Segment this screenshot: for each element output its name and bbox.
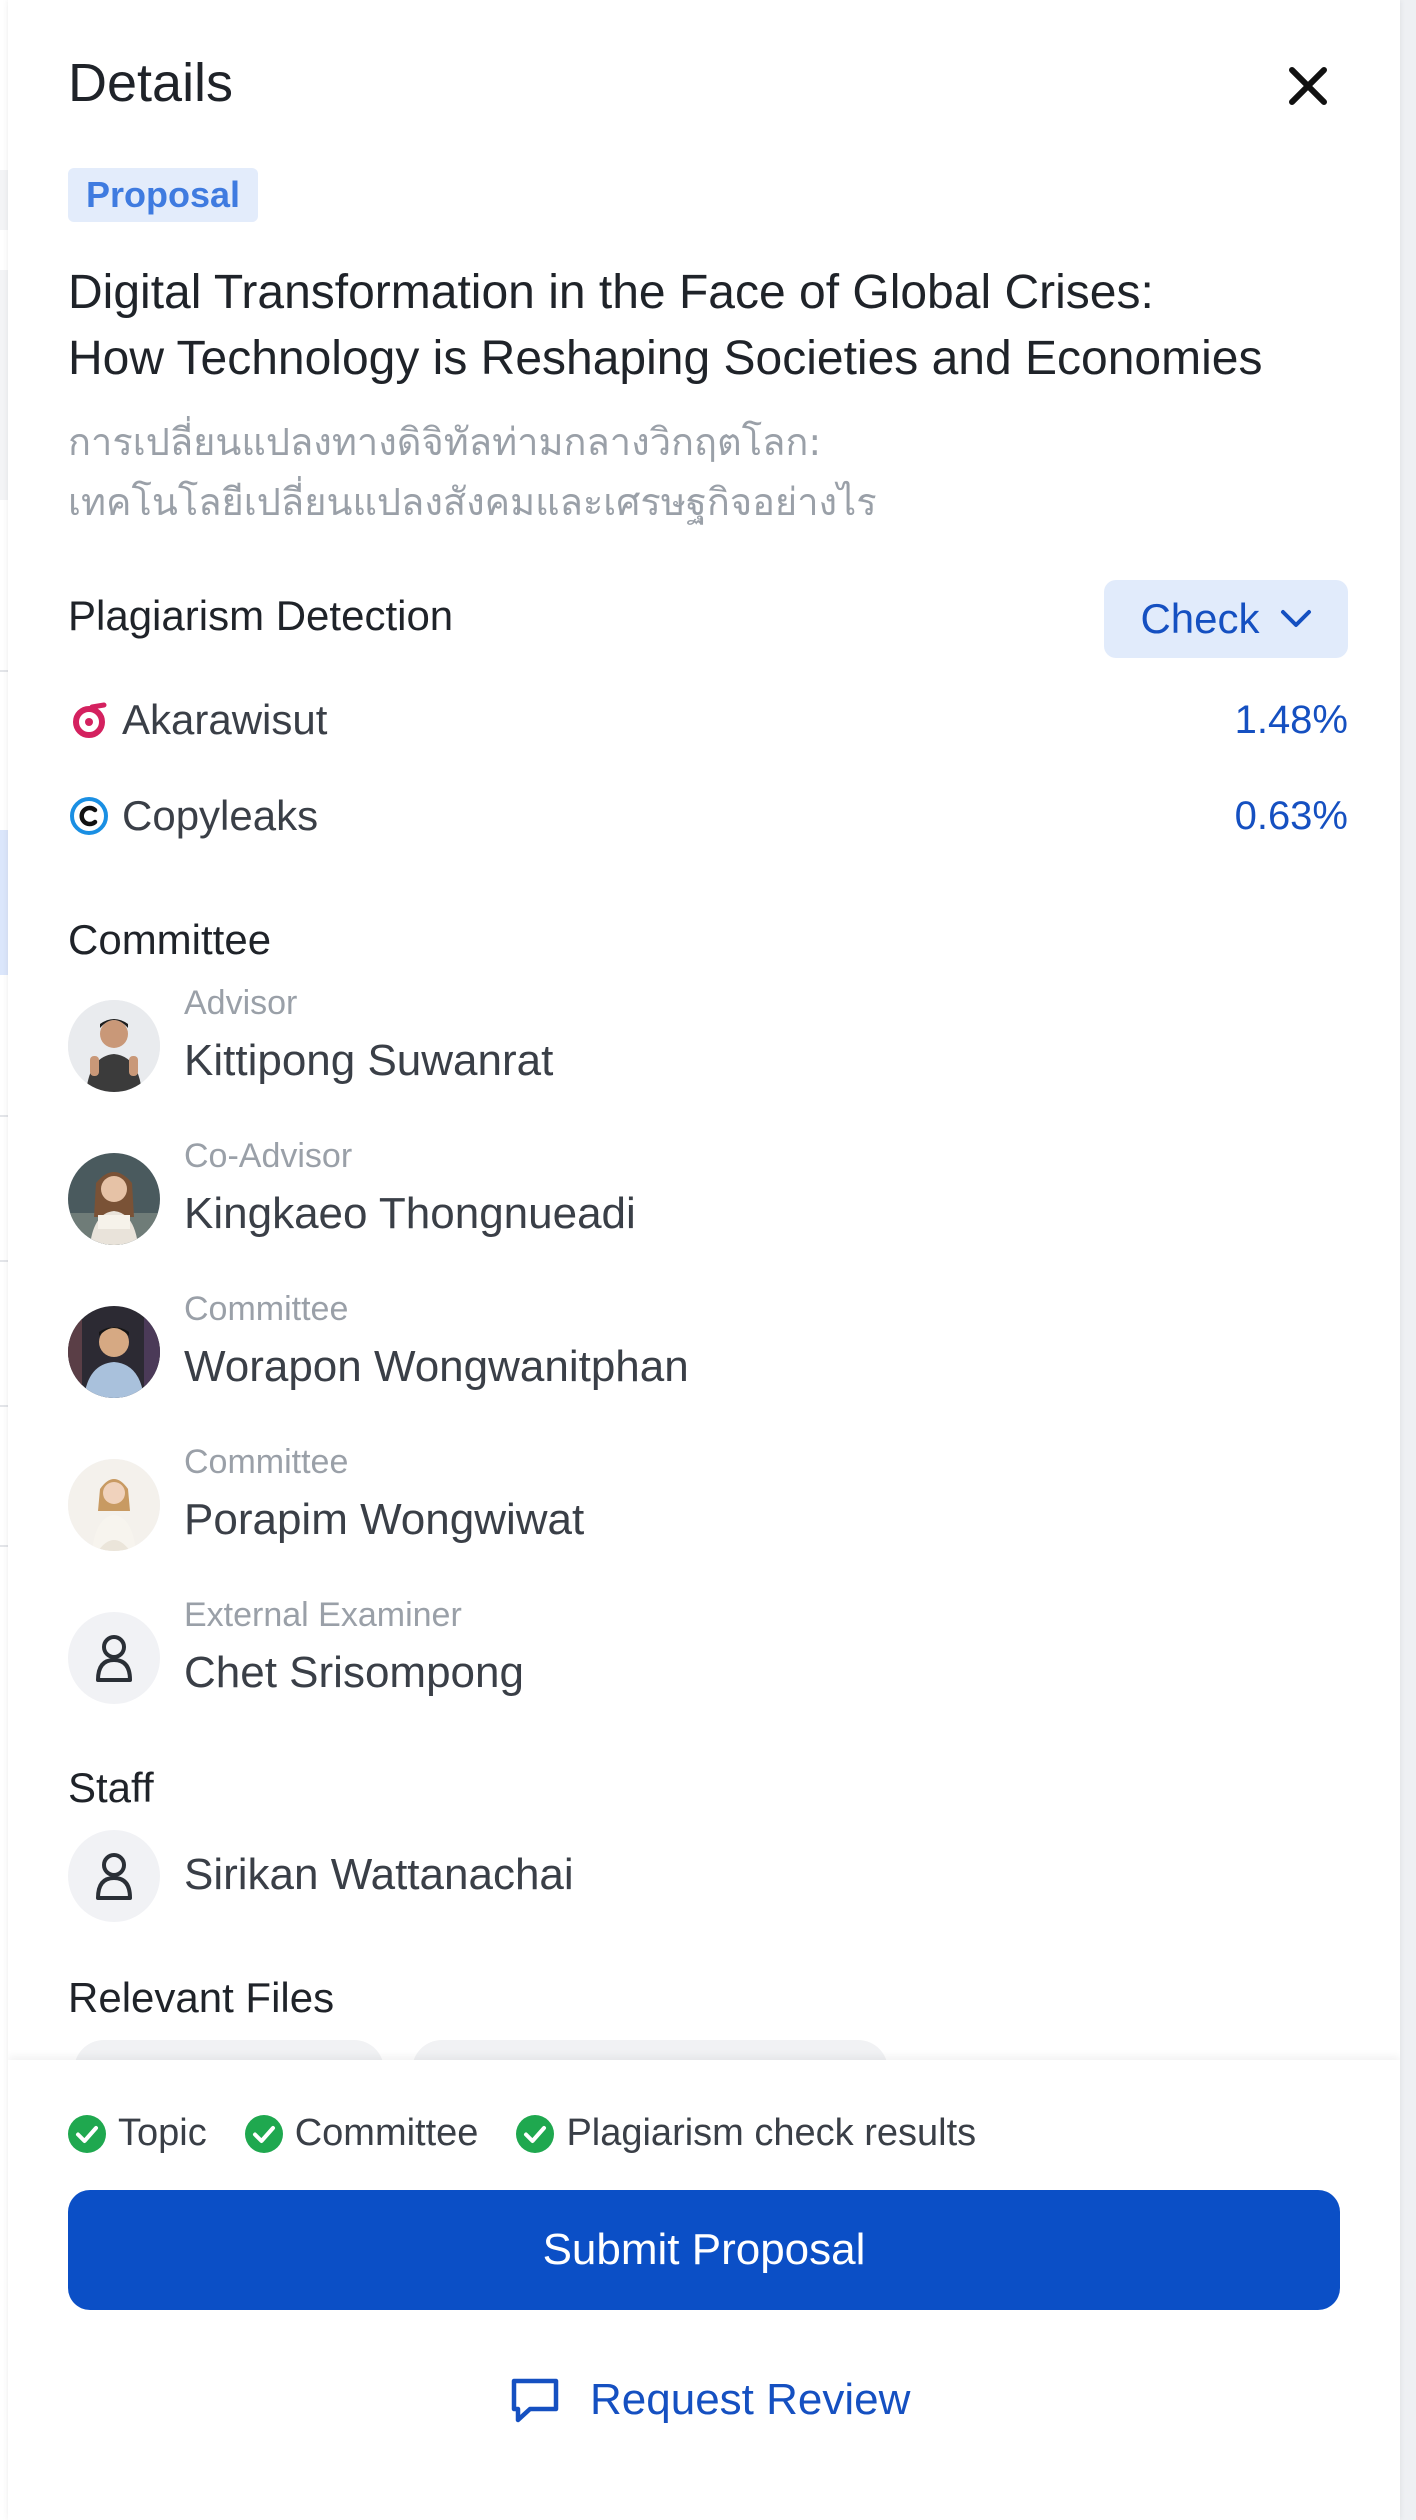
committee-member-advisor[interactable]: Advisor Kittipong Suwanrat [68,984,1268,1104]
avatar [68,1830,160,1922]
committee-heading: Committee [68,916,272,963]
comment-icon [511,2378,559,2423]
proposal-type-badge: Proposal [68,168,259,222]
details-panel: Details Proposal Digital Transformation … [8,0,1400,2520]
member-role: Committee [184,1290,349,1328]
proposal-title-th: การเปลี่ยนแปลงทางดิจิทัลท่ามกลางวิกฤตโลก… [68,412,1368,532]
avatar [68,1459,160,1551]
requirements-checklist: Topic Committee Plagiarism check results [68,2112,1014,2155]
plagiarism-service-name: Copyleaks [122,792,319,839]
member-name: Porapim Wongwiwat [184,1495,585,1544]
submit-proposal-button[interactable]: Submit Proposal [68,2190,1340,2310]
committee-member-committee-1[interactable]: Committee Worapon Wongwanitphan [68,1290,1268,1410]
member-name: Chet Srisompong [184,1648,524,1697]
member-role: External Examiner [184,1596,462,1634]
request-review-label: Request Review [590,2375,911,2424]
avatar [68,1153,160,1245]
proposal-title-th-line1: การเปลี่ยนแปลงทางดิจิทัลท่ามกลางวิกฤตโลก… [68,420,822,464]
proposal-title-en: Digital Transformation in the Face of Gl… [68,260,1368,392]
plagiarism-heading: Plagiarism Detection [68,592,454,639]
panel-title: Details [68,53,234,113]
member-name: Kingkaeo Thongnueadi [184,1189,636,1238]
plagiarism-result-akarawisut[interactable]: Akarawisut 1.48% [68,690,1348,750]
user-icon [96,1853,132,1900]
background-right-edge [1400,0,1416,2520]
check-circle-icon [516,2114,555,2153]
check-circle-icon [68,2114,106,2153]
check-button-label: Check [1140,595,1260,642]
akarawisut-logo-icon [68,699,110,741]
committee-member-committee-2[interactable]: Committee Porapim Wongwiwat [68,1443,1268,1563]
member-name: Sirikan Wattanachai [184,1850,574,1899]
checklist-item-topic: Topic [68,2112,207,2155]
committee-member-co-advisor[interactable]: Co-Advisor Kingkaeo Thongnueadi [68,1137,1268,1257]
close-button[interactable] [1280,58,1336,114]
user-icon [96,1635,132,1682]
chevron-down-icon [1280,610,1311,627]
action-footer: Topic Committee Plagiarism check results… [8,2060,1400,2520]
proposal-title-en-line2: How Technology is Reshaping Societies an… [68,332,1263,385]
avatar [68,1612,160,1704]
close-icon [1289,67,1327,105]
member-name: Kittipong Suwanrat [184,1036,554,1085]
relevant-files-heading: Relevant Files [68,1974,335,2021]
member-name: Worapon Wongwanitphan [184,1342,689,1391]
request-review-button[interactable]: Request Review [508,2360,910,2440]
staff-heading: Staff [68,1764,154,1811]
plagiarism-service-name: Akarawisut [122,696,328,743]
check-dropdown-button[interactable]: Check [1104,580,1348,658]
avatar [68,1000,160,1092]
member-role: Co-Advisor [184,1137,353,1175]
checklist-label: Topic [118,2112,207,2154]
checklist-label: Plagiarism check results [566,2112,977,2154]
member-role: Committee [184,1443,349,1481]
staff-member[interactable]: Sirikan Wattanachai [68,1830,1268,1922]
proposal-title-th-line2: เทคโนโลยีเปลี่ยนแปลงสังคมและเศรษฐกิจอย่า… [68,480,877,524]
plagiarism-percent: 1.48% [1234,697,1348,742]
plagiarism-result-copyleaks[interactable]: Copyleaks 0.63% [68,786,1348,846]
committee-member-external-examiner[interactable]: External Examiner Chet Srisompong [68,1596,1268,1716]
avatar [68,1306,160,1398]
copyleaks-logo-icon [68,795,110,837]
proposal-title-en-line1: Digital Transformation in the Face of Gl… [68,266,1154,319]
plagiarism-percent: 0.63% [1234,793,1348,838]
check-circle-icon [244,2114,283,2153]
checklist-item-plagiarism: Plagiarism check results [516,2112,976,2155]
checklist-item-committee: Committee [244,2112,479,2155]
checklist-label: Committee [294,2112,479,2154]
member-role: Advisor [184,984,298,1022]
